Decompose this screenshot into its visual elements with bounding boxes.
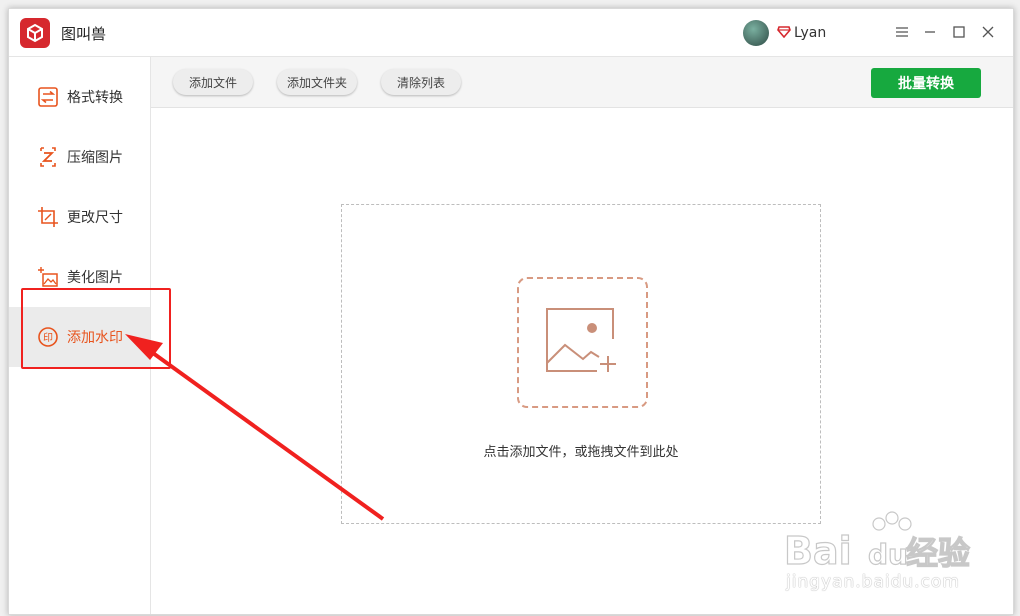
add-file-button[interactable]: 添加文件 xyxy=(173,69,253,95)
sidebar-item-label: 格式转换 xyxy=(67,90,123,106)
sidebar-item-label: 压缩图片 xyxy=(67,150,123,166)
watermark-brand-cn: 经验 xyxy=(906,534,970,572)
app-title: 图叫兽 xyxy=(61,25,107,43)
menu-icon[interactable] xyxy=(893,23,911,41)
watermark-brand: Bai xyxy=(784,529,852,572)
watermark-url: jingyan.baidu.com xyxy=(786,572,960,592)
maximize-icon[interactable] xyxy=(950,23,968,41)
sidebar-item-resize[interactable]: 更改尺寸 xyxy=(9,187,150,247)
minimize-icon[interactable] xyxy=(921,23,939,41)
sidebar-item-compress[interactable]: 压缩图片 xyxy=(9,127,150,187)
close-icon[interactable] xyxy=(979,23,997,41)
crop-icon xyxy=(38,207,58,227)
app-logo-icon xyxy=(20,18,50,48)
annotation-highlight-box xyxy=(21,288,171,369)
toolbar: 添加文件 添加文件夹 清除列表 批量转换 xyxy=(151,57,1013,108)
batch-convert-button[interactable]: 批量转换 xyxy=(871,68,981,98)
drop-hint-text: 点击添加文件，或拖拽文件到此处 xyxy=(483,445,679,460)
clear-list-button[interactable]: 清除列表 xyxy=(381,69,461,95)
sidebar-item-label: 美化图片 xyxy=(67,270,123,286)
compress-icon xyxy=(40,147,56,167)
sparkle-image-icon xyxy=(38,267,58,287)
title-bar: 图叫兽 Lyan xyxy=(9,9,1013,57)
add-folder-button[interactable]: 添加文件夹 xyxy=(277,69,357,95)
drop-zone[interactable]: 点击添加文件，或拖拽文件到此处 xyxy=(341,204,821,524)
add-image-icon xyxy=(546,308,616,372)
baidu-watermark-logo: Bai du 经验 xyxy=(784,511,971,572)
sidebar-item-label: 更改尺寸 xyxy=(67,210,123,226)
convert-icon xyxy=(38,87,58,107)
watermark-brand-du: du xyxy=(868,538,908,571)
username[interactable]: Lyan xyxy=(794,25,826,41)
add-image-area[interactable] xyxy=(517,277,648,408)
sidebar-item-format-convert[interactable]: 格式转换 xyxy=(9,67,150,127)
vip-diamond-icon xyxy=(777,26,791,38)
avatar[interactable] xyxy=(743,20,769,46)
